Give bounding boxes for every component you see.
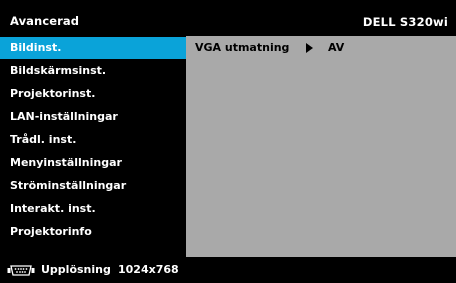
projector-model: DELL S320wi [362, 15, 448, 29]
sidebar-item-tradl-inst[interactable]: Trådl. inst. [0, 129, 186, 151]
sidebar-item-label: Bildskärmsinst. [10, 64, 107, 77]
sidebar-item-label: Ströminställningar [10, 179, 127, 192]
sidebar-item-lan-installningar[interactable]: LAN-inställningar [0, 106, 186, 128]
resolution-value: 1024x768 [118, 263, 179, 276]
vga-connector-icon [7, 265, 35, 276]
sidebar-item-projektorinfo[interactable]: Projektorinfo [0, 221, 186, 243]
sidebar-item-label: Bildinst. [10, 41, 62, 54]
title-bar: Avancerad DELL S320wi [0, 0, 456, 36]
projector-osd-menu: Avancerad DELL S320wi Bildinst. Bildskär… [0, 0, 456, 283]
menu-title: Avancerad [10, 14, 80, 28]
sidebar-item-label: Menyinställningar [10, 156, 122, 169]
resolution-label: Upplösning [41, 263, 111, 276]
sidebar-item-interakt-inst[interactable]: Interakt. inst. [0, 198, 186, 220]
sidebar-item-menyinstallningar[interactable]: Menyinställningar [0, 152, 186, 174]
sidebar-item-label: Projektorinfo [10, 225, 92, 238]
sidebar-item-strominstallningar[interactable]: Ströminställningar [0, 175, 186, 197]
setting-label: VGA utmatning [195, 41, 290, 54]
sidebar-item-bildskarmsinst[interactable]: Bildskärmsinst. [0, 60, 186, 82]
sidebar-item-label: LAN-inställningar [10, 110, 118, 123]
settings-panel: VGA utmatning AV [186, 36, 456, 257]
sidebar-item-label: Interakt. inst. [10, 202, 96, 215]
status-bar: Upplösning 1024x768 [0, 257, 456, 283]
play-arrow-icon [306, 43, 313, 53]
setting-value[interactable]: AV [328, 37, 344, 59]
setting-row-vga-output[interactable]: VGA utmatning AV [186, 37, 456, 59]
sidebar-menu: Bildinst. Bildskärmsinst. Projektorinst.… [0, 36, 186, 257]
sidebar-item-label: Projektorinst. [10, 87, 96, 100]
sidebar-item-bildinst[interactable]: Bildinst. [0, 37, 186, 59]
sidebar-item-projektorinst[interactable]: Projektorinst. [0, 83, 186, 105]
sidebar-item-label: Trådl. inst. [10, 133, 77, 146]
